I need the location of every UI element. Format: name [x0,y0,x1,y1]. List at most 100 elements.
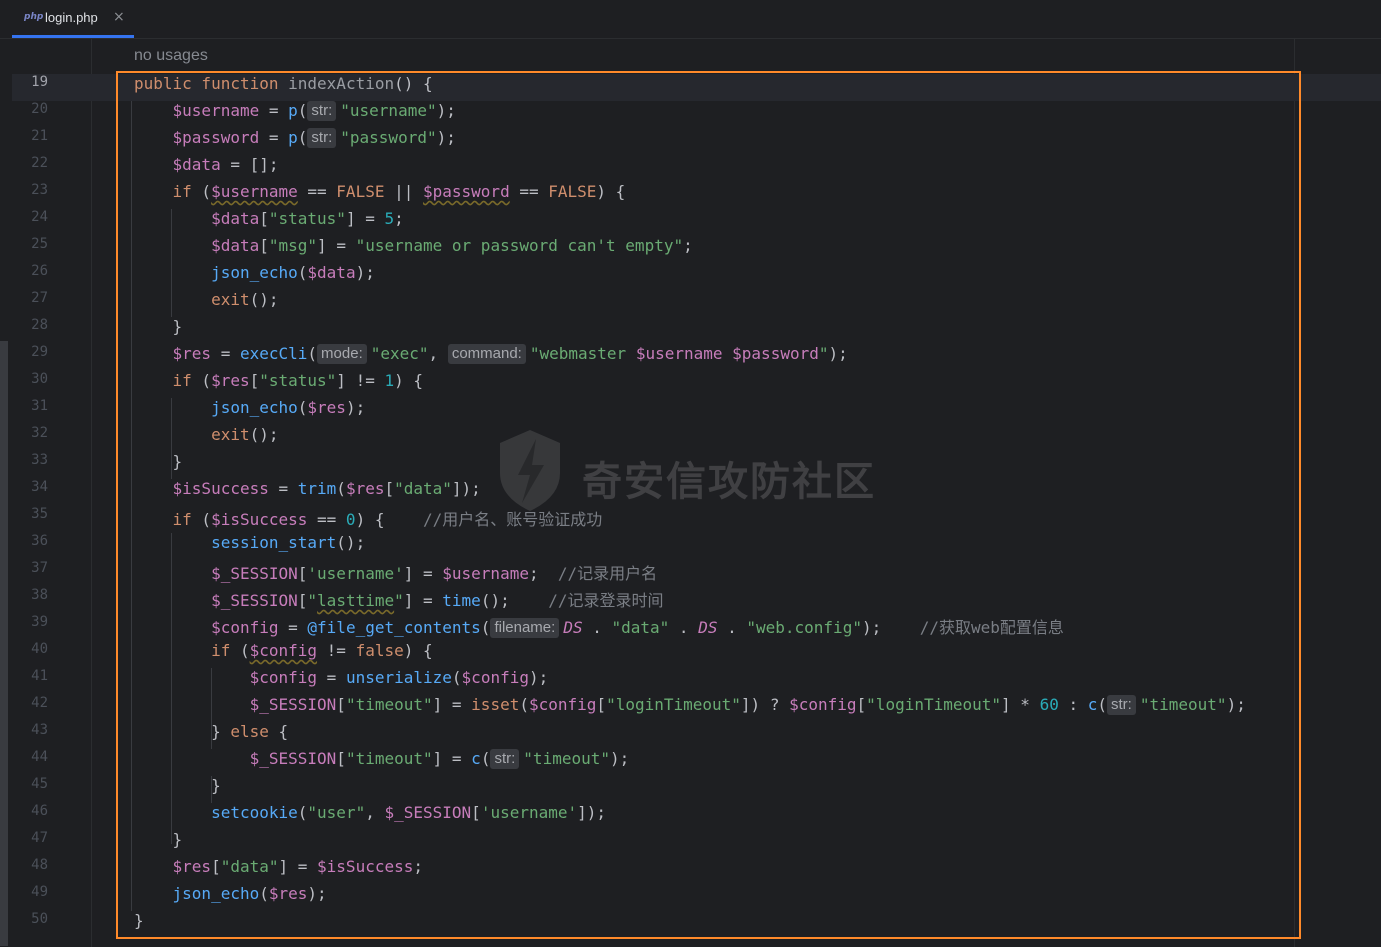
code-line[interactable]: 20 $username = p(str: "username"); [0,101,1381,128]
code-text[interactable]: $config = @file_get_contents(filename: DS… [134,614,1064,638]
code-text[interactable]: } [134,911,144,930]
indent-guide [171,209,172,317]
code-text[interactable]: if ($res["status"] != 1) { [134,371,423,390]
code-text[interactable]: $res["data"] = $isSuccess; [134,857,423,876]
line-number: 44 [31,749,48,765]
code-editor[interactable]: no usages 19 public function indexAction(… [0,39,1381,947]
code-line[interactable]: 42 $_SESSION["timeout"] = isset($config[… [0,695,1381,722]
line-number: 21 [31,128,48,144]
line-number: 49 [31,884,48,900]
code-text[interactable]: } [134,830,183,849]
code-text[interactable]: public function indexAction() { [134,74,433,93]
code-line[interactable]: 34 $isSuccess = trim($res["data"]); [0,479,1381,506]
line-number: 24 [31,209,48,225]
code-line[interactable]: 31 json_echo($res); [0,398,1381,425]
code-text[interactable]: } [134,776,221,795]
code-text[interactable]: if ($config != false) { [134,641,433,660]
code-line[interactable]: 22 $data = []; [0,155,1381,182]
code-text[interactable]: $_SESSION["timeout"] = c(str: "timeout"); [134,749,629,769]
code-line[interactable]: 36 session_start(); [0,533,1381,560]
code-text[interactable]: $_SESSION['username'] = $username; //记录用… [134,560,657,584]
code-text[interactable]: json_echo($res); [134,884,327,903]
line-number: 36 [31,533,48,549]
line-number: 40 [31,641,48,657]
code-line[interactable]: 46 setcookie("user", $_SESSION['username… [0,803,1381,830]
code-text[interactable]: setcookie("user", $_SESSION['username'])… [134,803,606,822]
code-line[interactable]: 33 } [0,452,1381,479]
line-number: 28 [31,317,48,333]
code-line[interactable]: 37 $_SESSION['username'] = $username; //… [0,560,1381,587]
code-line[interactable]: 35 if ($isSuccess == 0) { //用户名、账号验证成功 [0,506,1381,533]
code-line[interactable]: 48 $res["data"] = $isSuccess; [0,857,1381,884]
code-line[interactable]: 38 $_SESSION["lasttime"] = time(); //记录登… [0,587,1381,614]
code-text[interactable]: if ($isSuccess == 0) { //用户名、账号验证成功 [134,506,603,530]
code-line[interactable]: 44 $_SESSION["timeout"] = c(str: "timeout… [0,749,1381,776]
code-line[interactable]: 32 exit(); [0,425,1381,452]
code-text[interactable]: $username = p(str: "username"); [134,101,456,121]
line-number: 46 [31,803,48,819]
usage-hint[interactable]: no usages [134,47,208,65]
code-text[interactable]: } [134,317,183,336]
code-line[interactable]: 19 public function indexAction() { [0,74,1381,101]
code-text[interactable]: json_echo($res); [134,398,365,417]
line-number: 31 [31,398,48,414]
tab-title: login.php [45,10,98,25]
code-line[interactable]: 45 } [0,776,1381,803]
line-number: 41 [31,668,48,684]
line-number: 50 [31,911,48,927]
line-number: 37 [31,560,48,576]
code-line[interactable]: 39 $config = @file_get_contents(filename… [0,614,1381,641]
code-line[interactable]: 23 if ($username == FALSE || $password =… [0,182,1381,209]
line-number: 42 [31,695,48,711]
code-text[interactable]: $res = execCli(mode: "exec", command: "web… [134,344,848,364]
code-text[interactable]: } [134,452,183,471]
indent-guide [211,776,212,803]
code-text[interactable]: exit(); [134,290,278,309]
tab-login-php[interactable]: php login.php × [12,0,134,38]
code-line[interactable]: 26 json_echo($data); [0,263,1381,290]
php-file-icon: php [24,12,44,22]
code-text[interactable]: $password = p(str: "password"); [134,128,456,148]
line-number: 39 [31,614,48,630]
line-number: 47 [31,830,48,846]
line-number: 23 [31,182,48,198]
code-line[interactable]: 47 } [0,830,1381,857]
code-line[interactable]: 29 $res = execCli(mode: "exec", command: "… [0,344,1381,371]
code-line[interactable]: 50} [0,911,1381,938]
close-icon[interactable]: × [113,9,125,25]
line-number: 30 [31,371,48,387]
code-text[interactable]: $data["status"] = 5; [134,209,404,228]
code-text[interactable]: $data = []; [134,155,279,174]
code-text[interactable]: $_SESSION["timeout"] = isset($config["lo… [134,695,1246,715]
code-line[interactable]: 28 } [0,317,1381,344]
code-text[interactable]: exit(); [134,425,278,444]
code-text[interactable]: $config = unserialize($config); [134,668,549,687]
code-line[interactable]: 24 $data["status"] = 5; [0,209,1381,236]
line-number: 43 [31,722,48,738]
code-line[interactable]: 25 $data["msg"] = "username or password … [0,236,1381,263]
code-text[interactable]: $isSuccess = trim($res["data"]); [134,479,481,498]
code-line[interactable]: 43 } else { [0,722,1381,749]
code-text[interactable]: session_start(); [134,533,365,552]
line-number: 20 [31,101,48,117]
indent-guide [171,533,172,844]
code-line[interactable]: 49 json_echo($res); [0,884,1381,911]
line-number: 48 [31,857,48,873]
line-number: 34 [31,479,48,495]
editor-tab-bar: php login.php × [0,0,1381,39]
code-line[interactable]: 30 if ($res["status"] != 1) { [0,371,1381,398]
line-number: 38 [31,587,48,603]
code-line[interactable]: 40 if ($config != false) { [0,641,1381,668]
code-line[interactable]: 41 $config = unserialize($config); [0,668,1381,695]
indent-guide [211,668,212,749]
code-text[interactable]: if ($username == FALSE || $password == F… [134,182,626,201]
line-number: 45 [31,776,48,792]
line-number: 29 [31,344,48,360]
code-line[interactable]: 21 $password = p(str: "password"); [0,128,1381,155]
line-number: 26 [31,263,48,279]
code-text[interactable]: $data["msg"] = "username or password can… [134,236,693,255]
code-text[interactable]: $_SESSION["lasttime"] = time(); //记录登录时间 [134,587,663,611]
code-line[interactable]: 27 exit(); [0,290,1381,317]
line-number: 32 [31,425,48,441]
line-number: 35 [31,506,48,522]
